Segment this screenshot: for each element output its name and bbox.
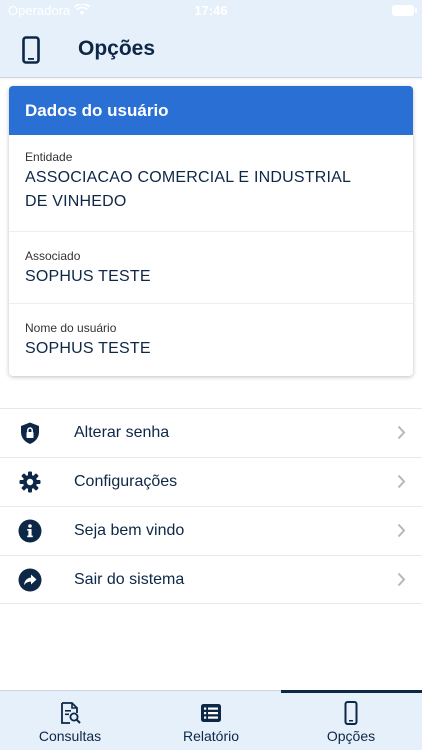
field-entidade: Entidade ASSOCIACAO COMERCIAL E INDUSTRI… — [9, 135, 413, 232]
bottom-tab-bar: Consultas Relatório Opções — [0, 690, 422, 750]
menu-item-seja-bem-vindo[interactable]: Seja bem vindo — [0, 506, 422, 555]
tab-relatorio[interactable]: Relatório — [141, 691, 281, 750]
field-label: Associado — [25, 249, 81, 263]
gear-icon — [18, 470, 42, 494]
field-associado: Associado SOPHUS TESTE — [9, 232, 413, 304]
top-app-bar: Operadora 17:46 Opções — [0, 0, 422, 78]
tab-label: Relatório — [182, 728, 240, 744]
page-title: Opções — [78, 37, 156, 60]
info-icon — [18, 519, 42, 543]
field-nome-usuario: Nome do usuário SOPHUS TESTE — [9, 304, 413, 376]
phone-icon — [339, 701, 363, 725]
tab-label: Consultas — [38, 728, 102, 744]
menu-item-sair-do-sistema[interactable]: Sair do sistema — [0, 555, 422, 604]
document-search-icon — [58, 701, 82, 725]
phone-icon — [22, 36, 40, 69]
menu-item-alterar-senha[interactable]: Alterar senha — [0, 408, 422, 457]
status-time: 17:46 — [194, 3, 228, 18]
field-value: SOPHUS TESTE — [25, 268, 151, 285]
tab-consultas[interactable]: Consultas — [0, 691, 140, 750]
battery-icon — [392, 5, 417, 16]
chevron-right-icon — [397, 425, 406, 445]
shield-lock-icon — [18, 421, 42, 445]
share-arrow-icon — [18, 568, 42, 592]
tab-label: Opções — [326, 728, 376, 744]
field-value: ASSOCIACAO COMERCIAL E INDUSTRIAL DE VIN… — [25, 169, 351, 210]
field-value: SOPHUS TESTE — [25, 340, 151, 357]
user-data-card: Dados do usuário Entidade ASSOCIACAO COM… — [9, 86, 413, 376]
user-card-title: Dados do usuário — [9, 86, 413, 135]
options-menu: Alterar senha Configurações Seja bem vin… — [0, 408, 422, 604]
chevron-right-icon — [397, 474, 406, 494]
field-label: Nome do usuário — [25, 321, 117, 335]
menu-item-label: Sair do sistema — [74, 571, 185, 588]
tab-opcoes[interactable]: Opções — [281, 690, 422, 750]
menu-item-label: Alterar senha — [74, 424, 170, 441]
chevron-right-icon — [397, 572, 406, 592]
menu-item-label: Configurações — [74, 473, 178, 490]
active-tab-indicator — [281, 690, 422, 693]
field-label: Entidade — [25, 150, 73, 164]
list-icon — [199, 701, 223, 725]
chevron-right-icon — [397, 523, 406, 543]
menu-item-configuracoes[interactable]: Configurações — [0, 457, 422, 506]
menu-item-label: Seja bem vindo — [74, 522, 185, 539]
status-bar: Operadora 17:46 — [0, 0, 422, 22]
